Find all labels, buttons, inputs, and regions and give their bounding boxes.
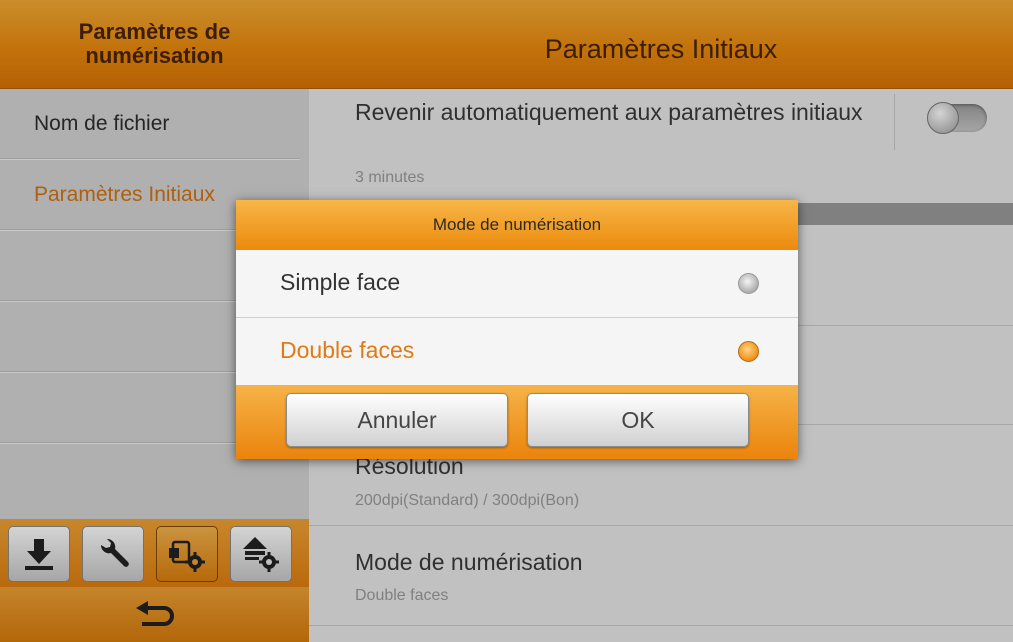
dialog-footer: Annuler OK <box>236 385 798 459</box>
option-label: Simple face <box>280 269 401 295</box>
scan-mode-dialog: Mode de numérisation Simple face Double … <box>236 200 798 459</box>
option-label: Double faces <box>280 337 415 363</box>
dialog-title: Mode de numérisation <box>236 200 798 250</box>
radio-double-faces[interactable] <box>738 341 759 362</box>
cancel-button[interactable]: Annuler <box>286 393 508 447</box>
option-simple-face[interactable]: Simple face <box>236 250 798 317</box>
option-double-faces[interactable]: Double faces <box>236 318 798 385</box>
ok-button[interactable]: OK <box>527 393 749 447</box>
radio-simple-face[interactable] <box>738 273 759 294</box>
